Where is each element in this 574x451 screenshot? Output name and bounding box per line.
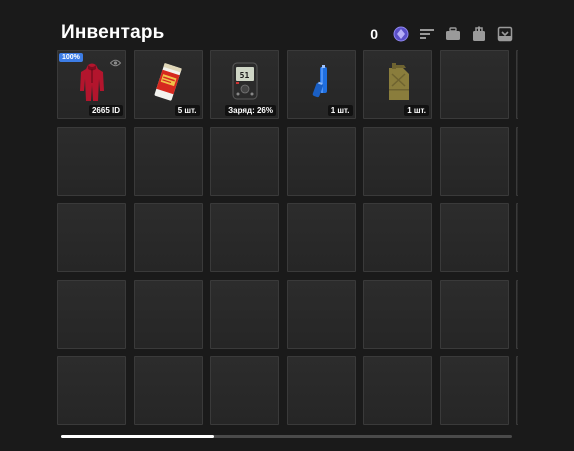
canister-icon	[383, 62, 413, 107]
inventory-slot[interactable]	[439, 126, 509, 196]
inventory-slot[interactable]	[516, 356, 518, 425]
inventory-slot[interactable]	[210, 356, 279, 425]
inventory-slot[interactable]	[286, 279, 356, 349]
inventory-slot[interactable]	[57, 279, 126, 349]
scrollbar-thumb[interactable]	[61, 435, 215, 438]
device-icon	[231, 62, 259, 105]
inventory-slot-cigarette-pack[interactable]: 5 шт.	[133, 50, 203, 119]
inbox-icon[interactable]	[496, 25, 514, 43]
inventory-slot[interactable]	[516, 279, 518, 349]
inventory-slot[interactable]	[286, 126, 356, 196]
cigarettes-icon	[153, 62, 183, 107]
item-quantity: 1 шт.	[404, 105, 429, 116]
inventory-slot[interactable]	[363, 203, 432, 272]
inventory-slot[interactable]	[439, 356, 509, 425]
battery-icon	[308, 65, 334, 106]
inventory-slot-red-jumpsuit[interactable]: 100% 2665 ID	[57, 50, 126, 119]
sort-icon[interactable]	[418, 25, 436, 43]
inventory-slot[interactable]	[57, 356, 126, 425]
header: Инвентарь 0	[61, 22, 514, 46]
inventory-slot[interactable]	[439, 203, 509, 272]
inventory-slot[interactable]	[516, 126, 518, 196]
inventory-grid: 100% 2665 ID 5 шт. 51 Заряд: 26% 1 шт. 1…	[57, 50, 518, 425]
inventory-grid-viewport: 100% 2665 ID 5 шт. 51 Заряд: 26% 1 шт. 1…	[57, 50, 518, 430]
inventory-slot[interactable]	[210, 126, 279, 196]
item-quantity: 2665 ID	[88, 105, 123, 116]
inventory-slot[interactable]	[210, 279, 279, 349]
eye-icon[interactable]	[109, 54, 122, 72]
device-display-value: 51	[239, 71, 250, 80]
page-title: Инвентарь	[61, 22, 165, 43]
item-quantity: 5 шт.	[174, 105, 200, 116]
inventory-slot[interactable]	[133, 279, 203, 349]
inventory-slot[interactable]	[286, 203, 356, 272]
jumpsuit-icon	[79, 63, 105, 108]
briefcase-icon[interactable]	[444, 25, 462, 43]
inventory-slot-jerry-can[interactable]: 1 шт.	[363, 50, 432, 119]
inventory-slot[interactable]	[133, 203, 203, 272]
inventory-slot[interactable]	[363, 356, 432, 425]
coin-count: 0	[370, 26, 378, 42]
coin-icon[interactable]	[392, 25, 410, 43]
inventory-slot[interactable]	[57, 203, 126, 272]
item-quantity: 1 шт.	[327, 105, 353, 116]
inventory-slot-charging-device[interactable]: 51 Заряд: 26%	[210, 50, 279, 119]
toolbar: 0	[370, 23, 514, 45]
inventory-slot[interactable]	[286, 356, 356, 425]
inventory-slot[interactable]	[439, 50, 509, 119]
inventory-slot-blue-battery[interactable]: 1 шт.	[286, 50, 356, 119]
inventory-slot[interactable]	[363, 126, 432, 196]
condition-badge: 100%	[59, 53, 83, 62]
inventory-slot[interactable]	[133, 126, 203, 196]
inventory-slot[interactable]	[210, 203, 279, 272]
inventory-slot[interactable]	[516, 50, 518, 119]
horizontal-scrollbar[interactable]	[61, 435, 512, 438]
inventory-slot[interactable]	[57, 126, 126, 196]
bag-icon[interactable]	[470, 25, 488, 43]
inventory-slot[interactable]	[363, 279, 432, 349]
item-quantity: Заряд: 26%	[225, 105, 276, 116]
inventory-slot[interactable]	[516, 203, 518, 272]
inventory-slot[interactable]	[133, 356, 203, 425]
inventory-slot[interactable]	[439, 279, 509, 349]
